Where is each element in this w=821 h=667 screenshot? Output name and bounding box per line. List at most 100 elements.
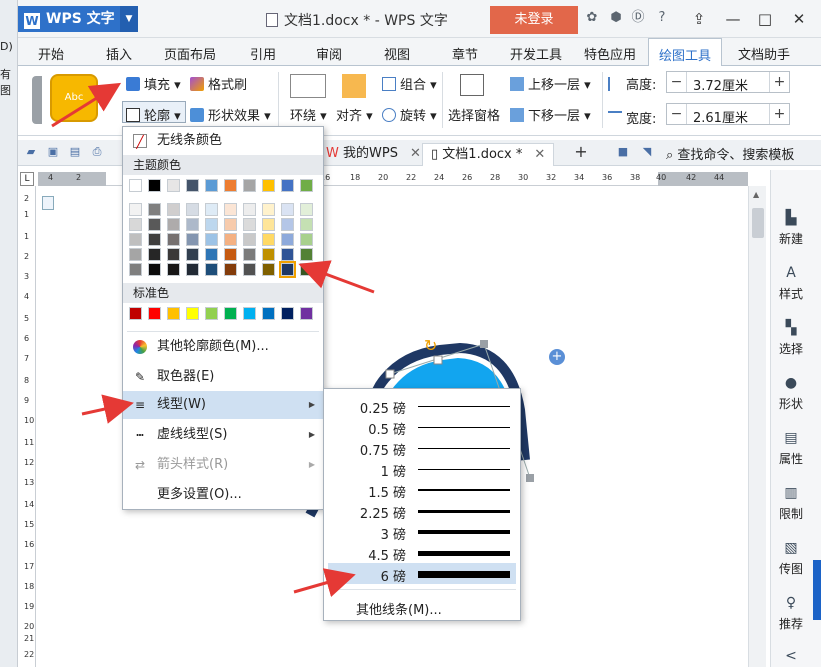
scroll-up-icon[interactable]: ▲: [753, 190, 759, 199]
color-swatch[interactable]: [300, 233, 313, 246]
scroll-thumb[interactable]: [752, 208, 764, 238]
line-weight-item[interactable]: 6 磅: [328, 563, 516, 585]
tab-doc-assistant[interactable]: 文档助手: [738, 44, 790, 63]
color-swatch[interactable]: [224, 233, 237, 246]
tab-developer[interactable]: 开发工具: [510, 44, 562, 63]
height-stepper[interactable]: − 3.72厘米 +: [666, 71, 790, 94]
color-swatch[interactable]: [148, 179, 161, 192]
color-swatch[interactable]: [167, 233, 180, 246]
wrap-icon[interactable]: [290, 74, 326, 98]
line-weight-item[interactable]: 2.25 磅: [328, 500, 516, 522]
color-swatch[interactable]: [167, 248, 180, 261]
color-swatch[interactable]: [186, 248, 199, 261]
tab-my-wps[interactable]: W 我的WPS ✕: [318, 143, 429, 166]
color-swatch[interactable]: [300, 218, 313, 231]
color-swatch[interactable]: [281, 218, 294, 231]
color-swatch[interactable]: [205, 203, 218, 216]
rp-style[interactable]: A 样式: [771, 265, 811, 302]
rp-properties[interactable]: ▤ 属性: [771, 430, 811, 467]
save-icon[interactable]: ▣: [46, 145, 60, 159]
app-menu-caret-icon[interactable]: ▼: [120, 6, 138, 32]
color-swatch[interactable]: [186, 218, 199, 231]
color-swatch[interactable]: [148, 263, 161, 276]
login-button[interactable]: 未登录: [490, 6, 578, 34]
color-swatch[interactable]: [129, 263, 142, 276]
color-swatch[interactable]: [281, 203, 294, 216]
rp-new[interactable]: ▙ 新建: [771, 210, 811, 247]
more-settings-item[interactable]: 更多设置(O)...: [123, 481, 323, 509]
width-increase-button[interactable]: +: [769, 104, 789, 124]
color-swatch[interactable]: [262, 233, 275, 246]
tab-insert[interactable]: 插入: [106, 44, 132, 63]
color-swatch[interactable]: [262, 263, 275, 276]
close-tab-icon[interactable]: ✕: [410, 146, 421, 161]
color-swatch[interactable]: [243, 307, 256, 320]
color-swatch[interactable]: [243, 218, 256, 231]
color-swatch[interactable]: [129, 307, 142, 320]
more-lines-item[interactable]: 其他线条(M)...: [356, 599, 442, 618]
tab-review[interactable]: 审阅: [316, 44, 342, 63]
color-swatch[interactable]: [167, 307, 180, 320]
color-swatch[interactable]: [186, 263, 199, 276]
share-icon[interactable]: Ⓓ: [630, 10, 646, 26]
color-swatch[interactable]: [300, 248, 313, 261]
color-swatch[interactable]: [129, 218, 142, 231]
color-swatch[interactable]: [205, 248, 218, 261]
color-swatch[interactable]: [129, 203, 142, 216]
color-swatch[interactable]: [205, 179, 218, 192]
outline-button[interactable]: 轮廓 ▾: [126, 105, 181, 124]
color-swatch[interactable]: [243, 179, 256, 192]
color-swatch[interactable]: [148, 203, 161, 216]
app-menu-button[interactable]: W WPS 文字 ▼: [18, 6, 138, 32]
color-swatch[interactable]: [186, 179, 199, 192]
settings-icon[interactable]: ✿: [584, 10, 600, 26]
rotate-handle-icon[interactable]: ↻: [424, 336, 437, 355]
line-weight-item[interactable]: 0.75 磅: [328, 437, 516, 459]
color-swatch[interactable]: [300, 203, 313, 216]
width-value[interactable]: 2.61厘米: [693, 107, 748, 126]
color-swatch[interactable]: [148, 307, 161, 320]
height-value[interactable]: 3.72厘米: [693, 75, 748, 94]
color-swatch[interactable]: [186, 203, 199, 216]
group-button[interactable]: 组合 ▾: [382, 74, 437, 93]
color-swatch[interactable]: [262, 203, 275, 216]
shape-style-gallery[interactable]: Abc: [50, 74, 98, 122]
eyedropper-item[interactable]: ✎ 取色器(E): [123, 363, 323, 391]
color-swatch[interactable]: [129, 179, 142, 192]
tab-document[interactable]: ▯ 文档1.docx * ✕: [422, 143, 555, 166]
color-swatch[interactable]: [167, 218, 180, 231]
ruler-corner[interactable]: L: [20, 172, 34, 186]
tab-options-icon[interactable]: ■: [616, 145, 630, 159]
color-swatch[interactable]: [205, 263, 218, 276]
close-icon[interactable]: ✕: [788, 8, 810, 30]
add-icon[interactable]: +: [549, 349, 565, 365]
color-swatch[interactable]: [224, 263, 237, 276]
color-swatch[interactable]: [129, 233, 142, 246]
line-type-item[interactable]: ≡ 线型(W) ▶: [123, 391, 323, 419]
line-weight-item[interactable]: 4.5 磅: [328, 542, 516, 564]
color-swatch[interactable]: [243, 263, 256, 276]
width-decrease-button[interactable]: −: [667, 104, 687, 124]
format-painter-button[interactable]: 格式刷: [190, 74, 247, 93]
new-tab-icon[interactable]: +: [574, 144, 588, 160]
tab-drawing-tools[interactable]: 绘图工具: [648, 38, 723, 67]
line-weight-item[interactable]: 0.5 磅: [328, 416, 516, 438]
line-weight-item[interactable]: 1 磅: [328, 458, 516, 480]
color-swatch[interactable]: [167, 203, 180, 216]
color-swatch[interactable]: [186, 307, 199, 320]
send-backward-button[interactable]: 下移一层 ▾: [510, 105, 591, 124]
color-swatch[interactable]: [129, 248, 142, 261]
close-tab-icon[interactable]: ✕: [534, 147, 545, 162]
color-swatch[interactable]: [262, 307, 275, 320]
dash-type-item[interactable]: ┅ 虚线线型(S) ▶: [123, 421, 323, 449]
fill-button[interactable]: 填充 ▾: [126, 74, 181, 93]
color-swatch[interactable]: [224, 307, 237, 320]
color-swatch[interactable]: [243, 233, 256, 246]
paste-options-icon[interactable]: [42, 196, 54, 210]
maximize-icon[interactable]: □: [754, 8, 776, 30]
height-decrease-button[interactable]: −: [667, 72, 687, 92]
rp-share[interactable]: <: [771, 648, 811, 667]
export-pdf-icon[interactable]: ▤: [68, 145, 82, 159]
tab-menu-icon[interactable]: ◥: [640, 145, 654, 159]
style-gallery-prev[interactable]: [32, 76, 42, 124]
